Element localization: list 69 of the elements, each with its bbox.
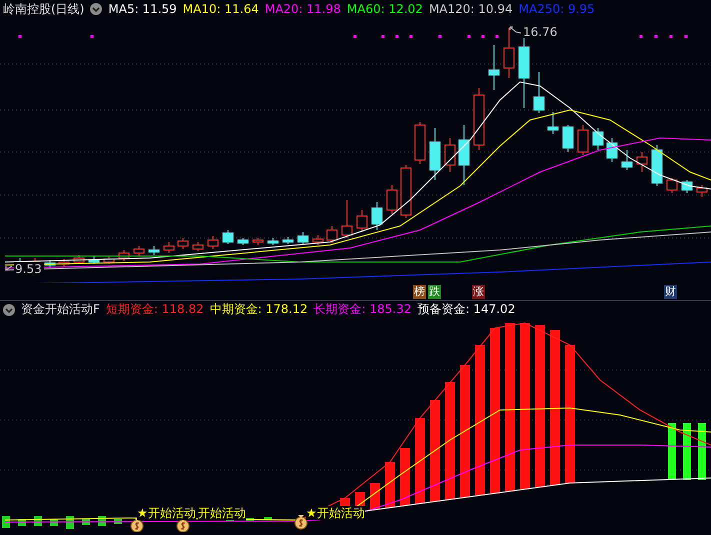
candlestick [282,236,294,244]
candlestick [372,202,382,230]
candlestick [208,236,218,250]
candlestick [268,238,278,246]
ma-value: MA250: 9.95 [518,2,595,16]
candlestick [666,178,678,194]
indicator-name: 资金开始活动F [21,301,100,318]
candlestick [118,250,130,262]
event-badge[interactable]: 榜 [413,285,426,299]
event-badge[interactable]: 涨 [472,285,485,299]
candlestick [592,128,604,150]
candlestick [578,124,588,156]
collapse-icon[interactable] [90,3,102,15]
candlestick [518,38,530,108]
candlestick [238,238,248,246]
candlestick [652,144,662,186]
candlestick [312,234,324,246]
candlestick [44,260,56,268]
candlestick [444,138,456,172]
candlestick [548,112,558,134]
candlestick [636,152,648,172]
candlestick [414,122,426,164]
stock-title: 岭南控股(日线) [3,0,84,18]
candlestick [164,242,174,254]
event-badge[interactable]: 跌 [428,285,441,299]
indicator-value: 预备资金: 147.02 [417,301,516,318]
candlestick [326,226,338,244]
candlestick [504,28,514,78]
ma-value: MA20: 11.98 [264,2,341,16]
candlestick [430,128,440,180]
candlestick [400,164,412,218]
money-bag-icon [294,515,308,530]
candlestick [606,138,618,162]
candlestick [458,124,470,186]
high-price-label: 16.76 [510,25,558,39]
candlestick [342,200,352,238]
candlestick [148,246,160,256]
collapse-icon[interactable] [3,304,15,316]
candlestick [534,72,544,114]
candlestick [696,184,708,198]
ma-value: MA120: 10.94 [428,2,513,16]
candlestick [192,242,204,252]
candlestick [682,180,692,194]
candlestick [386,184,398,214]
signal-label: ★开始活动 [306,506,365,520]
ma-value: MA10: 11.64 [182,2,259,16]
candlestick [88,256,100,264]
indicator-value: 中期资金: 178.12 [210,301,308,318]
event-badge[interactable]: 财 [664,285,677,299]
low-price-label: 9.53 [6,262,44,276]
candlestick [252,238,264,246]
indicator-value: 长期资金: 185.32 [314,301,412,318]
candlestick [562,124,574,152]
candlestick [58,258,70,268]
candlestick [488,44,500,90]
ma-value: MA60: 12.02 [346,2,423,16]
candlestick [474,88,484,150]
candlestick [104,256,114,264]
candlestick [356,210,368,232]
candlestick [298,232,308,244]
signal-label: 开始活动 [198,506,246,520]
candlestick [178,238,188,250]
candlestick [74,254,84,264]
ma-value: MA5: 11.59 [108,2,177,16]
money-bag-icon [130,518,144,532]
signal-label: ★开始活动 [137,506,196,520]
indicator-value: 短期资金: 118.82 [106,301,204,318]
candlestick [622,150,632,170]
candlestick [222,230,234,244]
